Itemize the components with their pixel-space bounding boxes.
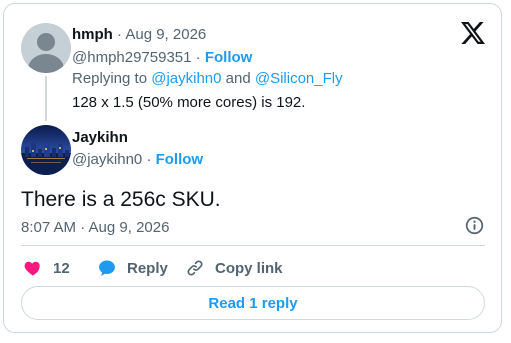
copy-link-button[interactable]: Copy link: [185, 258, 283, 278]
main-follow-button[interactable]: Follow: [156, 151, 204, 168]
reply-label: Reply: [127, 259, 168, 277]
avatar-body-shape: [28, 54, 64, 73]
reply-button[interactable]: Reply: [97, 258, 168, 278]
replying-user-silicon-fly[interactable]: @Silicon_Fly: [255, 70, 343, 87]
reply-handle[interactable]: @hmph29759351: [72, 49, 192, 66]
like-count: 12: [53, 259, 70, 277]
reply-handle-dot: ·: [195, 49, 201, 66]
read-replies-button[interactable]: Read 1 reply: [21, 286, 485, 320]
thread-connector-line: [45, 76, 47, 121]
main-author-name[interactable]: Jaykihn: [72, 129, 128, 146]
copy-link-label: Copy link: [215, 259, 283, 277]
main-tweet-text: There is a 256c SKU.: [21, 188, 221, 211]
avatar-head-shape: [37, 33, 55, 51]
jaykihn-avatar[interactable]: [21, 125, 71, 175]
reply-follow-button[interactable]: Follow: [205, 49, 253, 66]
reply-dot-separator: ·: [117, 26, 122, 43]
link-icon: [187, 260, 203, 276]
reply-author-name[interactable]: hmph: [72, 26, 113, 43]
replying-to-line: Replying to @jaykihn0 and @Silicon_Fly: [72, 70, 343, 87]
reply-tweet-text: 128 x 1.5 (50% more cores) is 192.: [72, 94, 306, 111]
default-avatar[interactable]: [21, 23, 71, 73]
main-timestamp[interactable]: 8:07 AM · Aug 9, 2026: [21, 219, 169, 236]
info-icon[interactable]: [465, 216, 484, 240]
read-replies-label: Read 1 reply: [208, 294, 298, 312]
main-handle-row: @jaykihn0 · Follow: [72, 151, 203, 168]
replying-and: and: [225, 70, 251, 87]
replying-prefix: Replying to: [72, 70, 148, 87]
embedded-tweet-card: hmph · Aug 9, 2026 @hmph29759351 · Follo…: [3, 3, 502, 333]
reply-date[interactable]: Aug 9, 2026: [125, 26, 206, 43]
heart-icon: [24, 261, 40, 276]
reply-bubble-icon: [99, 260, 115, 276]
actions-divider: [21, 245, 485, 246]
main-handle-dot: ·: [146, 151, 152, 168]
reply-handle-row: @hmph29759351 · Follow: [72, 49, 252, 66]
main-handle[interactable]: @jaykihn0: [72, 151, 142, 168]
reply-tweet-header: hmph · Aug 9, 2026: [72, 26, 206, 43]
replying-user-jaykihn0[interactable]: @jaykihn0: [151, 70, 221, 87]
x-logo-icon[interactable]: [461, 22, 485, 49]
like-button[interactable]: 12: [23, 258, 70, 278]
